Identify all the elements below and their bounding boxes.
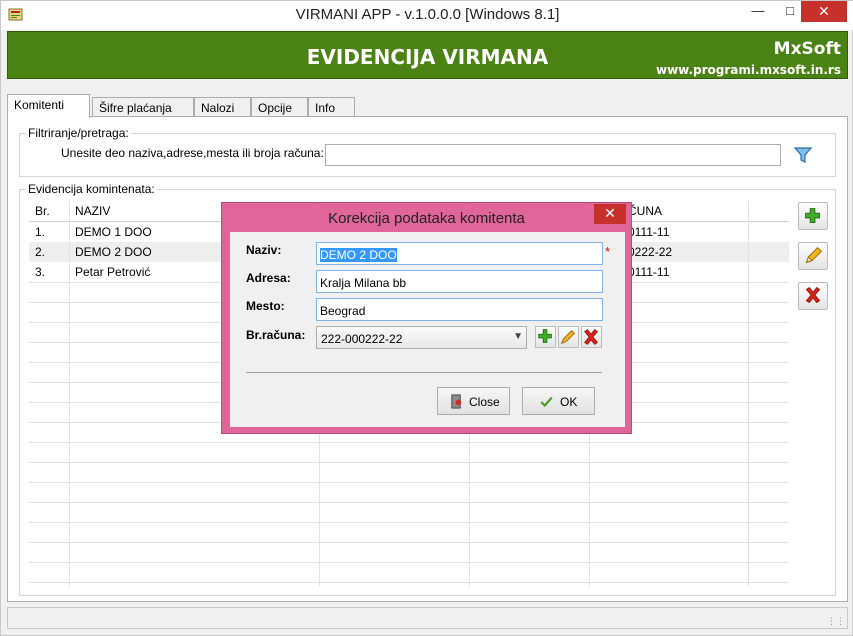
grid-row-line: [29, 502, 789, 503]
grid-column-line: [69, 201, 70, 586]
col-header-br[interactable]: Br.: [35, 201, 50, 221]
brand-name: MxSoft: [773, 39, 841, 59]
cell-naziv: DEMO 2 DOO: [75, 245, 152, 259]
tab-info[interactable]: Info: [308, 97, 355, 117]
col-header-racun[interactable]: ČUNA: [628, 201, 662, 221]
tab-opcije[interactable]: Opcije: [251, 97, 308, 117]
dialog-title: Korekcija podataka komitenta: [328, 210, 525, 227]
col-header-naziv[interactable]: NAZIV: [75, 201, 110, 221]
grid-row-line: [29, 582, 789, 583]
cell-naziv: DEMO 1 DOO: [75, 225, 152, 239]
cell-br: 1.: [35, 225, 46, 239]
mesto-label: Mesto:: [246, 299, 285, 313]
mesto-field[interactable]: Beograd: [316, 298, 603, 321]
resize-grip-icon[interactable]: ⋮⋮: [827, 616, 845, 627]
exit-door-icon: [451, 394, 462, 409]
required-mark: *: [605, 244, 611, 259]
grid-row-line: [29, 562, 789, 563]
grid-row-line: [29, 542, 789, 543]
tab-komitenti[interactable]: Komitenti: [7, 94, 90, 118]
naziv-field[interactable]: DEMO 2 DOO: [316, 242, 603, 265]
grid-row-line: [29, 442, 789, 443]
pencil-icon: [560, 330, 576, 345]
cell-br: 2.: [35, 245, 46, 259]
dialog-close-button[interactable]: ✕: [594, 204, 626, 224]
checkmark-icon: [540, 396, 553, 408]
naziv-label: Naziv:: [246, 243, 282, 257]
grid-group-label: Evidencija komintenata:: [26, 182, 157, 196]
delete-button[interactable]: [798, 282, 828, 310]
close-button[interactable]: Close: [437, 387, 510, 415]
delete-x-icon: [805, 287, 821, 304]
adresa-label: Adresa:: [246, 271, 291, 285]
delete-racun-button[interactable]: [581, 326, 602, 348]
racun-value: 222-000222-22: [321, 332, 403, 346]
funnel-icon: [793, 147, 813, 163]
cell-racun: 0222-22: [628, 245, 673, 259]
edit-button[interactable]: [798, 242, 828, 270]
header-banner: EVIDENCIJA VIRMANA MxSoft www.programi.m…: [7, 31, 848, 79]
minimize-icon[interactable]: —: [744, 1, 772, 22]
cell-racun: 0111-11: [628, 265, 670, 279]
edit-racun-button[interactable]: [558, 326, 579, 348]
add-racun-button[interactable]: [535, 326, 556, 348]
ok-button-label: OK: [560, 395, 578, 409]
grid-row-line: [29, 522, 789, 523]
edit-komitent-dialog: Korekcija podataka komitenta ✕ Naziv: DE…: [221, 202, 632, 434]
plus-icon: [538, 329, 552, 343]
title-bar: VIRMANI APP - v.1.0.0.0 [Windows 8.1] — …: [1, 1, 853, 30]
grid-column-line: [748, 201, 749, 586]
add-button[interactable]: [798, 202, 828, 230]
filter-prompt: Unesite deo naziva,adrese,mesta ili broj…: [61, 146, 324, 160]
grid-row-line: [29, 482, 789, 483]
search-input[interactable]: [325, 144, 781, 166]
delete-x-icon: [584, 329, 599, 345]
window-title: VIRMANI APP - v.1.0.0.0 [Windows 8.1]: [295, 6, 560, 23]
tab-sifre-placanja[interactable]: Šifre plaćanja: [92, 97, 194, 117]
status-bar: ⋮⋮: [7, 607, 848, 629]
cell-naziv: Petar Petrović: [75, 265, 151, 279]
filter-group-label: Filtriranje/pretraga:: [26, 126, 131, 140]
naziv-value: DEMO 2 DOO: [320, 248, 397, 262]
dialog-separator: [246, 372, 602, 373]
app-window: VIRMANI APP - v.1.0.0.0 [Windows 8.1] — …: [0, 0, 853, 636]
brand-url: www.programi.mxsoft.in.rs: [655, 63, 841, 77]
racun-label: Br.računa:: [246, 328, 306, 342]
plus-icon: [805, 208, 820, 223]
pencil-icon: [805, 246, 823, 264]
tab-nalozi[interactable]: Nalozi: [194, 97, 251, 117]
cell-br: 3.: [35, 265, 46, 279]
chevron-down-icon: ▼: [513, 331, 523, 342]
ok-button[interactable]: OK: [522, 387, 595, 415]
dialog-body: Naziv: DEMO 2 DOO * Adresa: Kralja Milan…: [230, 232, 625, 427]
cell-racun: 0111-11: [628, 225, 670, 239]
close-button-label: Close: [469, 395, 500, 409]
close-window-button[interactable]: ✕: [801, 1, 847, 22]
grid-row-line: [29, 462, 789, 463]
maximize-icon[interactable]: □: [776, 1, 804, 22]
filter-button[interactable]: [790, 143, 816, 167]
racun-select[interactable]: 222-000222-22 ▼: [316, 326, 527, 349]
adresa-field[interactable]: Kralja Milana bb: [316, 270, 603, 293]
